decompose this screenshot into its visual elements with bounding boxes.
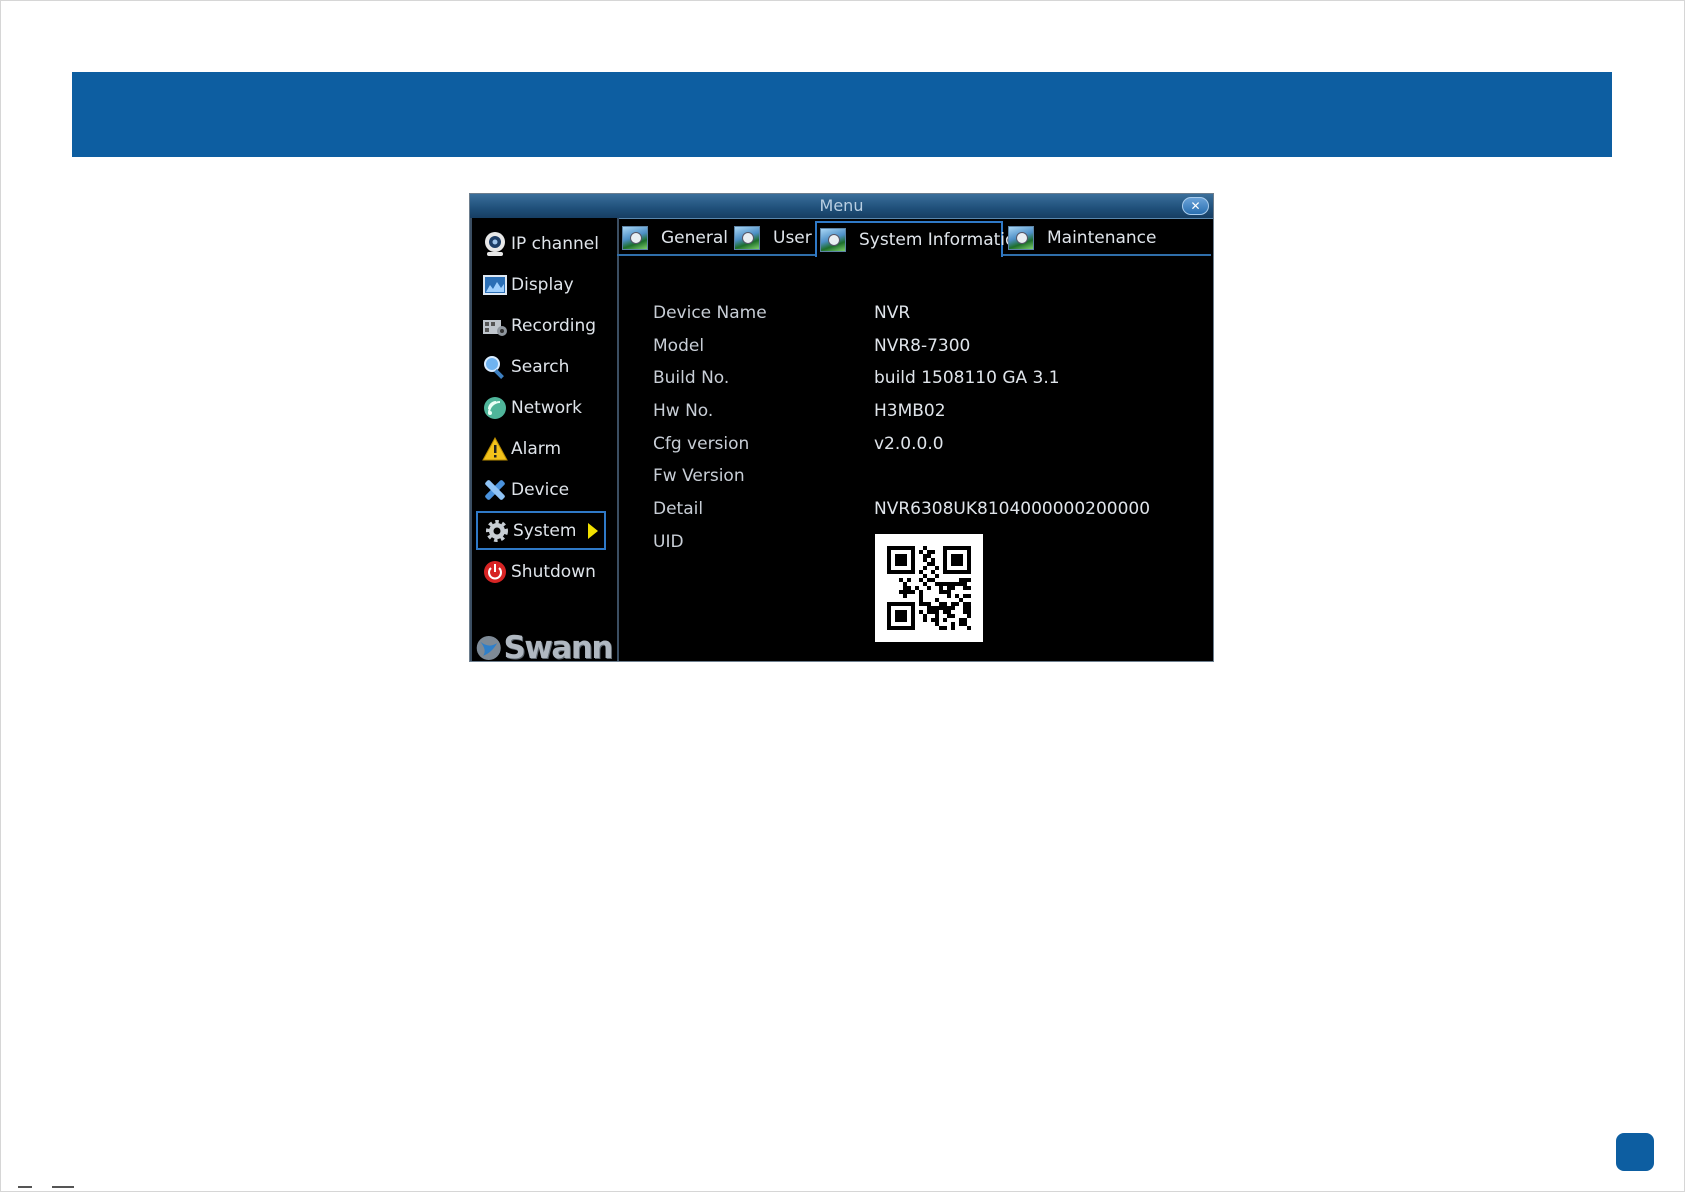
alarm-icon xyxy=(482,436,508,462)
tab-label: Maintenance xyxy=(1047,228,1157,248)
info-value: NVR6308UK8104000000200000 xyxy=(874,499,1151,519)
sidebar-item-label: Shutdown xyxy=(511,561,596,582)
sidebar-item-ip-channel[interactable]: IP channel xyxy=(476,224,606,263)
webcam-icon xyxy=(482,231,508,257)
sidebar-item-alarm[interactable]: Alarm xyxy=(476,429,606,468)
page-number-badge xyxy=(1616,1133,1654,1171)
info-value: build 1508110 GA 3.1 xyxy=(874,368,1060,388)
tab-maintenance[interactable]: Maintenance xyxy=(1005,221,1157,255)
close-button[interactable]: ✕ xyxy=(1182,197,1209,215)
sidebar-item-label: System xyxy=(513,520,577,541)
tab-user[interactable]: User xyxy=(731,221,813,255)
tab-general[interactable]: General xyxy=(619,221,728,255)
device-icon xyxy=(482,477,508,503)
sidebar-item-label: Device xyxy=(511,479,570,500)
sidebar-item-display[interactable]: Display xyxy=(476,265,606,304)
sidebar-item-label: Search xyxy=(511,356,570,377)
info-label: Fw Version xyxy=(653,466,745,486)
search-icon xyxy=(482,354,508,380)
info-label: Device Name xyxy=(653,303,767,323)
settings-image-icon xyxy=(622,226,648,250)
tab-label: General xyxy=(661,228,728,248)
sidebar-item-label: IP channel xyxy=(511,233,599,254)
tab-bar: General User System Information Maintena… xyxy=(617,218,1211,257)
sidebar: IP channel Display Recording Search Netw… xyxy=(470,218,619,666)
title-bar: Menu ✕ xyxy=(470,194,1213,219)
logo-text: Swann xyxy=(503,630,613,666)
tab-system-information[interactable]: System Information xyxy=(815,221,1026,257)
tab-label: System Information xyxy=(859,230,1027,250)
sidebar-item-device[interactable]: Device xyxy=(476,470,606,509)
sidebar-item-shutdown[interactable]: Shutdown xyxy=(476,552,606,591)
info-value: H3MB02 xyxy=(874,401,946,421)
qr-code-icon xyxy=(887,546,971,630)
sidebar-item-recording[interactable]: Recording xyxy=(476,306,606,345)
info-label: Cfg version xyxy=(653,434,750,454)
info-label: Build No. xyxy=(653,368,730,388)
sidebar-item-system[interactable]: System xyxy=(476,511,606,550)
sidebar-item-label: Display xyxy=(511,274,574,295)
info-value: NVR xyxy=(874,303,911,323)
window-title: Menu xyxy=(819,196,864,215)
settings-image-icon xyxy=(734,226,760,250)
sidebar-item-label: Network xyxy=(511,397,582,418)
menu-window: Menu ✕ IP channel Display Recording Sear… xyxy=(469,193,1214,666)
selected-arrow-icon xyxy=(588,523,598,539)
tab-label: User xyxy=(773,228,812,248)
sidebar-item-label: Alarm xyxy=(511,438,562,459)
sidebar-item-search[interactable]: Search xyxy=(476,347,606,386)
uid-qr-code xyxy=(875,534,983,642)
header-banner xyxy=(72,72,1612,157)
sidebar-item-network[interactable]: Network xyxy=(476,388,606,427)
display-icon xyxy=(482,272,508,298)
info-label: UID xyxy=(653,532,684,552)
swann-logo: Swann xyxy=(476,626,613,670)
settings-image-icon xyxy=(820,228,846,252)
swann-logo-mark-icon xyxy=(476,635,501,661)
info-value: NVR8-7300 xyxy=(874,336,971,356)
info-label: Hw No. xyxy=(653,401,714,421)
gear-icon xyxy=(484,518,510,544)
info-label: Model xyxy=(653,336,705,356)
network-icon xyxy=(482,395,508,421)
sidebar-item-label: Recording xyxy=(511,315,597,336)
settings-image-icon xyxy=(1008,226,1034,250)
info-value: v2.0.0.0 xyxy=(874,434,944,454)
info-label: Detail xyxy=(653,499,704,519)
recording-icon xyxy=(482,313,508,339)
power-icon xyxy=(482,559,508,585)
